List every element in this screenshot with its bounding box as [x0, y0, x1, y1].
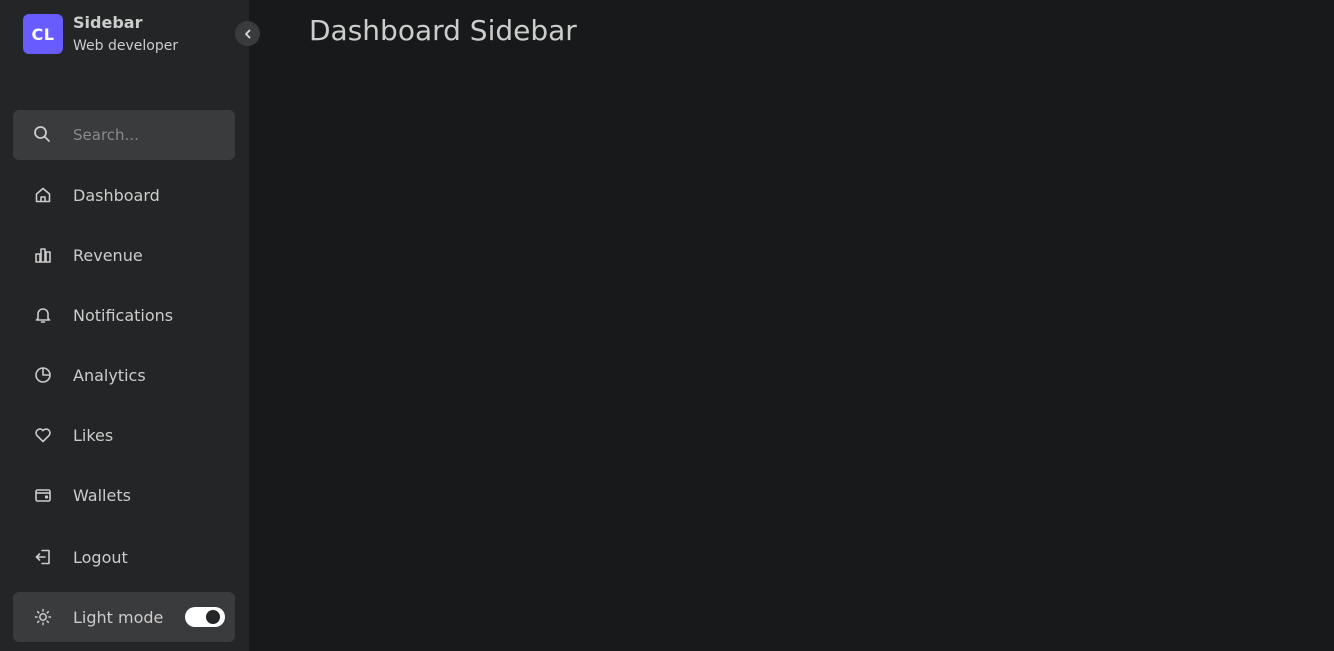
sidebar-item-label: Likes — [73, 425, 114, 445]
logout-button[interactable]: Logout — [13, 532, 235, 582]
search-input[interactable] — [73, 110, 228, 160]
sidebar-item-label: Revenue — [73, 245, 143, 265]
collapse-sidebar-button[interactable] — [235, 21, 260, 46]
sidebar-item-likes[interactable]: Likes — [13, 410, 235, 460]
sidebar-item-notifications[interactable]: Notifications — [13, 290, 235, 340]
heart-icon — [13, 410, 73, 460]
light-mode-switch[interactable] — [185, 607, 225, 627]
brand-logo: CL — [23, 14, 63, 54]
sidebar-item-label: Wallets — [73, 485, 131, 505]
search-box — [13, 110, 235, 160]
bar-chart-icon — [13, 230, 73, 280]
brand-name: Sidebar — [73, 13, 143, 32]
sidebar: CL Sidebar Web developer Dashboard — [0, 0, 260, 651]
logout-label: Logout — [73, 547, 128, 567]
sidebar-item-label: Dashboard — [73, 185, 160, 205]
bell-icon — [13, 290, 73, 340]
sidebar-item-dashboard[interactable]: Dashboard — [13, 170, 235, 220]
sidebar-item-revenue[interactable]: Revenue — [13, 230, 235, 280]
chevron-left-icon — [243, 29, 253, 39]
brand-role: Web developer — [73, 38, 179, 54]
sidebar-item-label: Notifications — [73, 305, 174, 325]
wallet-icon — [13, 470, 73, 520]
light-mode-toggle: Light mode — [13, 592, 235, 642]
page-title: Dashboard Sidebar — [309, 14, 577, 47]
light-mode-label: Light mode — [73, 607, 164, 627]
logout-icon — [13, 532, 73, 582]
sidebar-item-label: Analytics — [73, 365, 146, 385]
sidebar-item-wallets[interactable]: Wallets — [13, 470, 235, 520]
pie-chart-icon — [13, 350, 73, 400]
home-icon — [13, 170, 73, 220]
switch-knob — [206, 610, 220, 624]
search-icon — [33, 125, 51, 143]
sun-icon — [13, 592, 73, 642]
sidebar-item-analytics[interactable]: Analytics — [13, 350, 235, 400]
